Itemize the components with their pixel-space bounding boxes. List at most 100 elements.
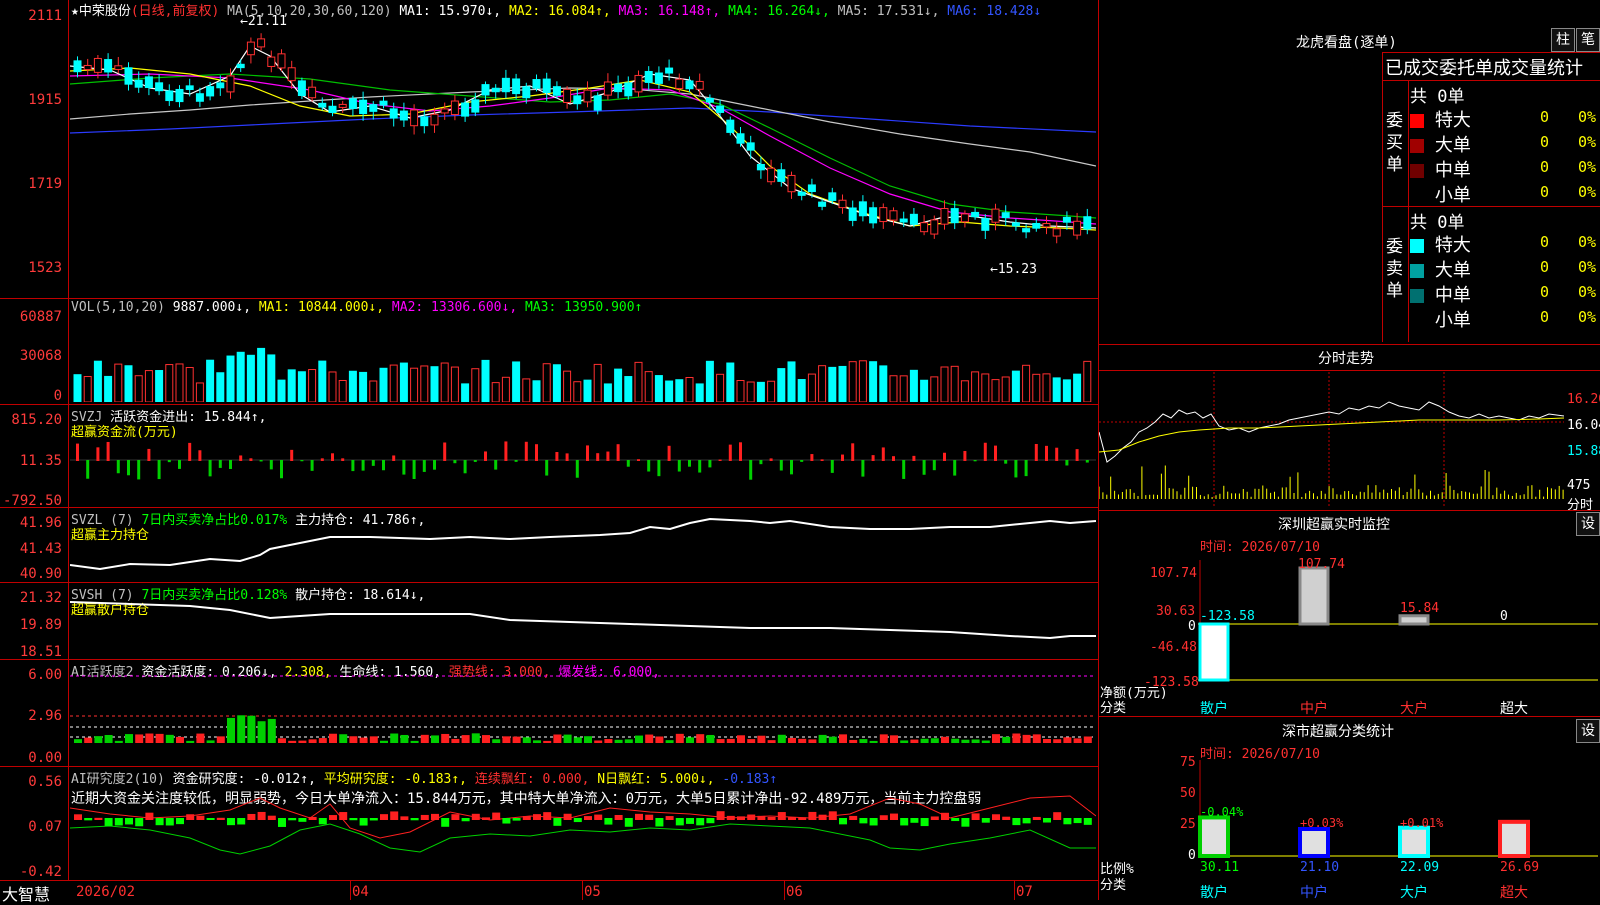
flow-bar: [779, 460, 783, 471]
research-bar: [675, 818, 684, 826]
cl-cat-2: 中户: [1300, 885, 1328, 901]
flow-bar: [790, 460, 793, 475]
cl-chart[interactable]: [1198, 760, 1598, 858]
sz-axis-4: -46.48: [1150, 640, 1197, 655]
research-bar: [1043, 818, 1051, 823]
ma6-line: [70, 107, 1096, 134]
candle-body: [522, 86, 531, 99]
vol-ma1: MA1: 10844.000↓,: [258, 300, 385, 315]
research-bar: [441, 818, 450, 827]
sell-row-3: 中单: [1410, 281, 1471, 307]
volume-bar: [777, 368, 786, 402]
activity-bar: [706, 734, 715, 743]
bottom-bar: [0, 881, 1098, 900]
ai1-chart[interactable]: [70, 661, 1096, 765]
candle-body: [828, 192, 837, 201]
candle-body: [960, 213, 969, 223]
buy-row-4-count: 0: [1540, 183, 1550, 201]
tick-view-button[interactable]: 笔: [1576, 28, 1600, 52]
flow-bar: [698, 460, 702, 473]
candle-body: [1022, 228, 1031, 233]
research-bar: [125, 818, 133, 825]
sz-settings-button[interactable]: 设: [1576, 512, 1600, 536]
flow-bar: [718, 459, 722, 461]
sell-row-3-count: 0: [1540, 283, 1550, 301]
candle-body: [858, 201, 867, 217]
flow-bar: [473, 460, 477, 462]
volume-bar: [83, 376, 92, 402]
volume-bar: [461, 383, 470, 402]
candle-body: [348, 98, 357, 109]
research-bar: [757, 815, 766, 820]
candle-body: [869, 207, 878, 224]
research-bar: [594, 814, 603, 820]
activity-bar: [390, 733, 399, 743]
price-chart[interactable]: [70, 16, 1096, 296]
research-bar: [74, 814, 82, 820]
activity-bar: [941, 736, 949, 743]
column-view-button[interactable]: 柱: [1551, 28, 1575, 52]
flow-bar: [963, 451, 967, 461]
flow-bar: [749, 460, 753, 480]
svzj-chart[interactable]: [70, 406, 1096, 506]
research-bar: [186, 814, 195, 820]
research-bar: [1083, 818, 1092, 825]
flow-bar: [412, 460, 416, 479]
activity-bar: [492, 739, 501, 743]
candle-body: [838, 199, 847, 209]
ai2-green-line: [70, 823, 1096, 855]
activity-bar: [278, 738, 286, 743]
volume-chart[interactable]: [70, 316, 1096, 402]
flow-bar: [116, 460, 120, 474]
volume-bar: [1083, 360, 1092, 402]
volume-bar: [155, 370, 164, 402]
research-bar: [278, 818, 286, 827]
research-bar: [818, 814, 827, 820]
research-bar: [900, 818, 909, 826]
svzl-chart[interactable]: [70, 509, 1096, 581]
volume-bar: [379, 367, 388, 402]
candle-body: [705, 97, 714, 103]
flow-bar: [586, 445, 589, 461]
cl-cat-4: 超大: [1500, 885, 1528, 901]
activity-bar: [553, 734, 562, 743]
volume-bar: [420, 365, 429, 402]
candles: [73, 33, 1092, 244]
ai2-bars: [74, 811, 1092, 827]
ai2-chart[interactable]: [70, 768, 1096, 880]
flow-bar: [422, 460, 426, 472]
sz-chart[interactable]: [1198, 560, 1598, 700]
volume-bar: [746, 381, 755, 402]
research-bar: [196, 815, 205, 820]
svsh-chart[interactable]: [70, 584, 1096, 658]
sell-row-4-count: 0: [1540, 308, 1550, 326]
volume-bar: [756, 381, 765, 402]
fs-axis-3: 15.88: [1567, 444, 1600, 459]
sell-row-2-pct: 0%: [1578, 258, 1597, 276]
svzl-axis-1: 41.96: [19, 515, 62, 531]
candle-body: [1042, 223, 1051, 228]
candle-body: [175, 88, 184, 103]
flow-bar: [892, 456, 895, 461]
cl-settings-button[interactable]: 设: [1576, 719, 1600, 743]
activity-bar: [410, 740, 419, 743]
volume-bar: [991, 379, 1000, 402]
flow-bar: [932, 460, 936, 471]
sell-row-1-count: 0: [1540, 233, 1550, 251]
flow-bar: [1055, 447, 1059, 461]
flow-bar: [494, 460, 498, 470]
research-bar: [94, 817, 103, 820]
sell-label: 委卖单: [1386, 237, 1403, 301]
activity-bar: [522, 737, 531, 743]
volume-bar: [1022, 364, 1031, 402]
research-bar: [584, 816, 592, 820]
volume-bar: [246, 354, 255, 402]
candle-body: [73, 60, 82, 73]
fenshi-chart[interactable]: [1099, 372, 1564, 507]
activity-bar: [614, 739, 623, 743]
candle-body: [767, 167, 776, 183]
cl-axis-2: 50: [1180, 786, 1196, 801]
volume-bar: [134, 375, 143, 402]
activity-bar: [349, 736, 358, 743]
volume-bar: [450, 366, 459, 402]
